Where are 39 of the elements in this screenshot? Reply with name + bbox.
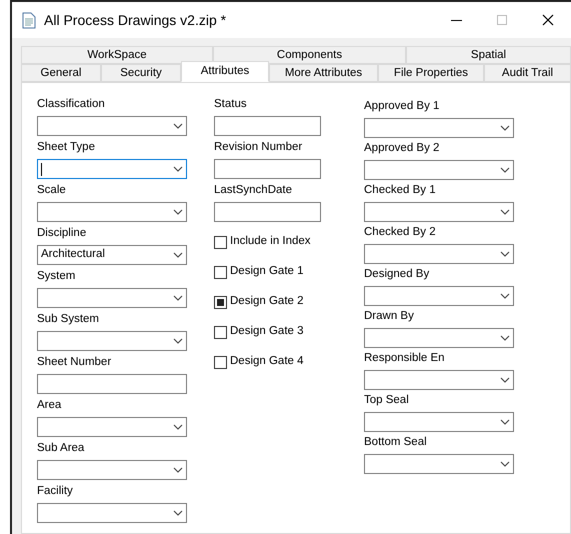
tab[interactable]: General: [21, 64, 101, 82]
field-label: Discipline: [37, 226, 88, 241]
field-label: Sub Area: [37, 441, 86, 456]
tab[interactable]: Audit Trail: [484, 64, 571, 82]
checkbox-row[interactable]: Design Gate 3: [214, 322, 321, 342]
field-label: Classification: [37, 97, 106, 112]
field-label: Revision Number: [214, 140, 304, 155]
dropdown[interactable]: Architectural: [37, 245, 187, 265]
field-label: Responsible En: [364, 351, 446, 366]
field-label: Top Seal: [364, 393, 410, 408]
tab[interactable]: WorkSpace: [21, 46, 213, 64]
checkbox-row[interactable]: Include in Index: [214, 232, 321, 252]
tab[interactable]: File Properties: [378, 64, 484, 82]
field-label: Checked By 2: [364, 225, 437, 240]
field-label: Designed By: [364, 267, 430, 282]
field-label: Area: [37, 398, 62, 413]
tab[interactable]: Attributes: [181, 61, 269, 82]
field-label: Approved By 1: [364, 99, 440, 114]
field-label: Scale: [37, 183, 67, 198]
tab[interactable]: More Attributes: [269, 64, 378, 82]
field-label: Facility: [37, 484, 74, 499]
field-label: Sheet Number: [37, 355, 112, 370]
field-label: Sub System: [37, 312, 100, 327]
field-label: Checked By 1: [364, 183, 437, 198]
checkbox-row[interactable]: Design Gate 2: [214, 292, 321, 312]
field-label: Sheet Type: [37, 140, 96, 155]
dropdown-value: Architectural: [41, 247, 106, 262]
tab[interactable]: Spatial: [406, 46, 571, 64]
field-label: LastSynchDate: [214, 183, 293, 198]
tab[interactable]: Security: [101, 64, 181, 82]
checkbox-row[interactable]: Design Gate 4: [214, 352, 321, 372]
field-label: Bottom Seal: [364, 435, 428, 450]
tab[interactable]: Components: [213, 46, 406, 64]
field-label: Status: [214, 97, 248, 112]
checkbox-row[interactable]: Design Gate 1: [214, 262, 321, 282]
field-label: System: [37, 269, 76, 284]
field-label: Drawn By: [364, 309, 415, 324]
window-title: All Process Drawings v2.zip *: [44, 10, 228, 30]
field-label: Approved By 2: [364, 141, 440, 156]
